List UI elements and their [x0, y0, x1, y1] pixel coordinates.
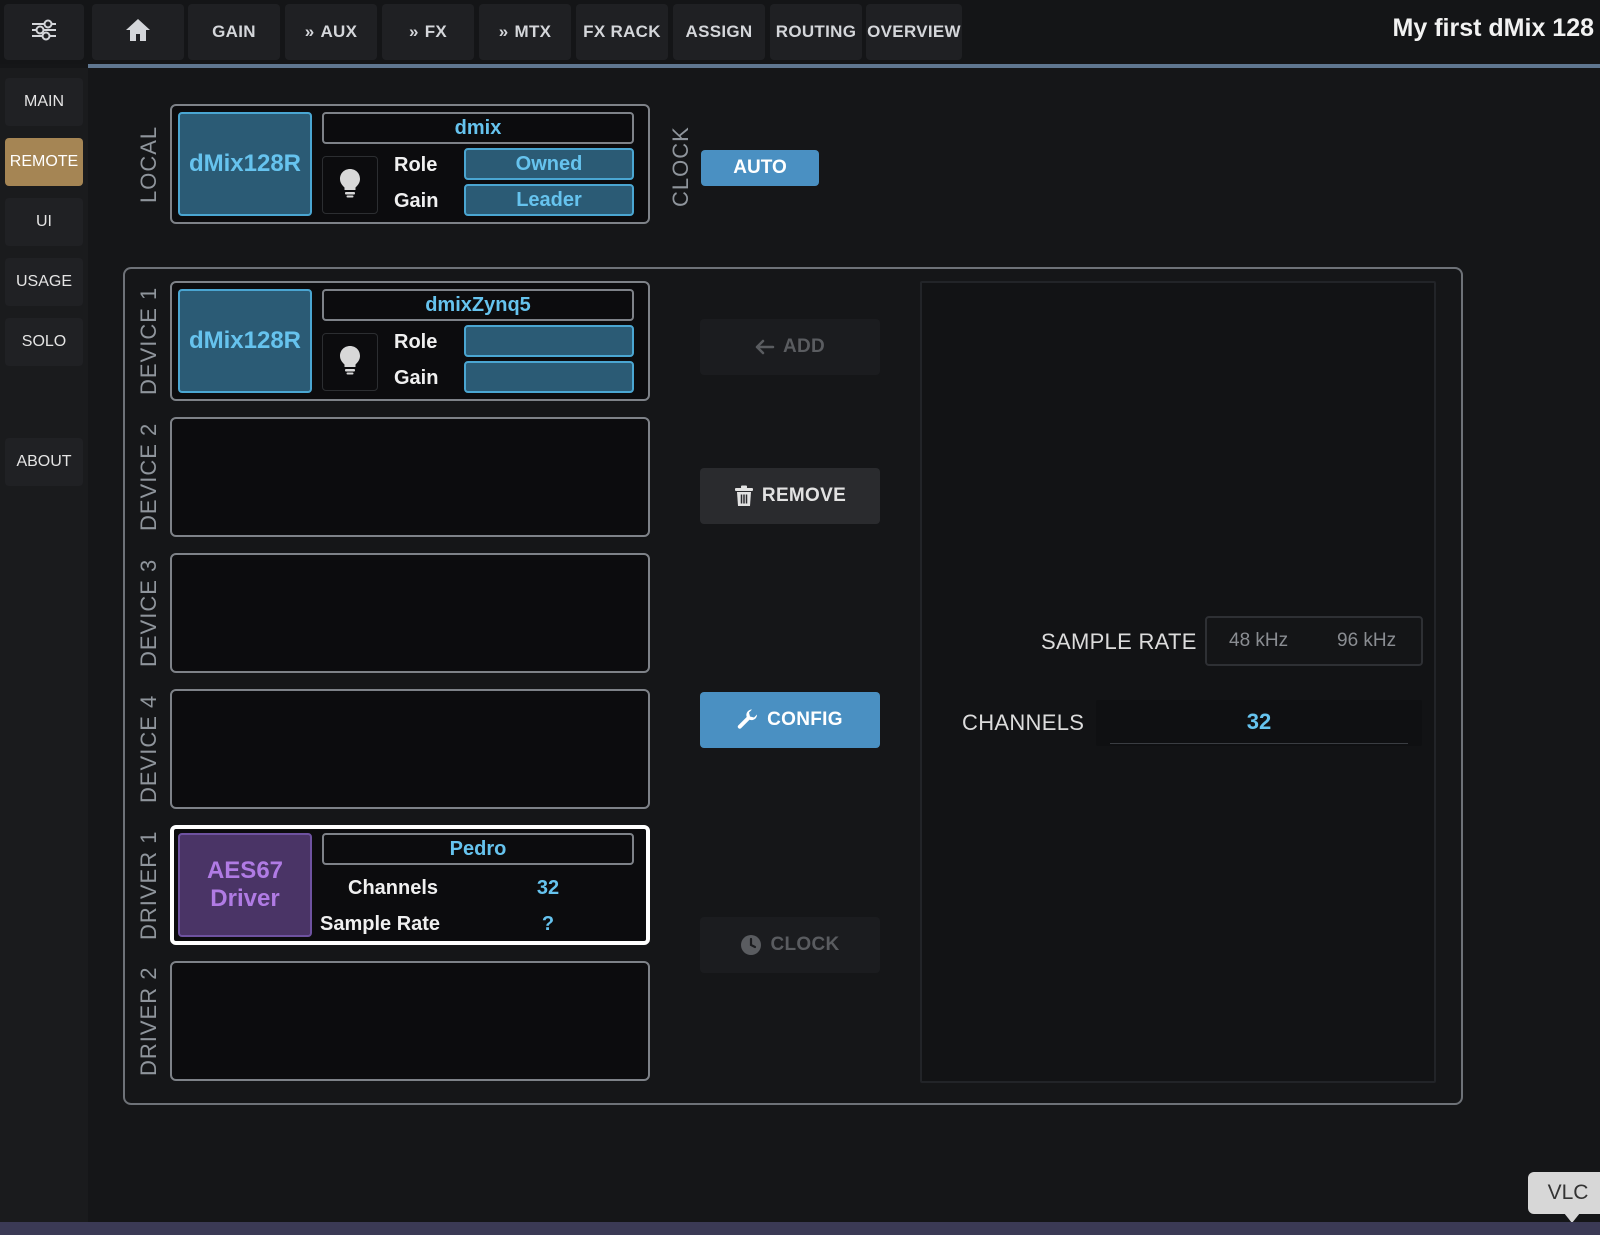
arrow-left-icon [755, 339, 775, 355]
app-window: GAIN » AUX » FX » MTX FX RACK ASSIGN ROU… [0, 0, 1600, 1235]
device-1-label: DEVICE 1 [136, 286, 161, 396]
tab-gain[interactable]: GAIN [188, 4, 280, 60]
device-1-slot[interactable]: dMix128R dmixZynq5 Role Gain [170, 281, 650, 401]
channels-config-label: CHANNELS [962, 710, 1085, 735]
tab-routing[interactable]: ROUTING [770, 4, 862, 60]
device-3-label: DEVICE 3 [136, 558, 161, 668]
clock-source-button[interactable]: CLOCK [700, 917, 880, 973]
device-2-label: DEVICE 2 [136, 422, 161, 532]
driver-2-slot[interactable] [170, 961, 650, 1081]
sidebar: MAIN REMOTE UI USAGE SOLO ABOUT [0, 68, 88, 1222]
sample-rate-value: ? [541, 913, 555, 935]
sample-rate-selector: 48 kHz 96 kHz [1205, 616, 1423, 666]
channels-value: 32 [536, 877, 560, 899]
config-button[interactable]: CONFIG [700, 692, 880, 748]
driver-1-name: Pedro [322, 833, 634, 865]
role-label: Role [394, 154, 438, 176]
identify-button[interactable] [322, 333, 378, 391]
sliders-icon [30, 18, 58, 47]
home-icon [124, 17, 152, 48]
channels-field-underline [1110, 743, 1408, 744]
local-device-card[interactable]: dMix128R dmix Role Owned Gain Leader [170, 104, 650, 224]
sidebar-item-main[interactable]: MAIN [5, 78, 83, 126]
sample-rate-config-label: SAMPLE RATE [1041, 629, 1197, 654]
add-button[interactable]: ADD [700, 319, 880, 375]
home-button[interactable] [92, 4, 184, 60]
top-bar: GAIN » AUX » FX » MTX FX RACK ASSIGN ROU… [0, 0, 1600, 64]
tab-mtx[interactable]: » MTX [479, 4, 571, 60]
channels-field-value: 32 [1246, 709, 1272, 734]
clock-icon [740, 934, 762, 956]
channels-field[interactable]: 32 [1096, 700, 1422, 746]
trash-icon [734, 485, 754, 507]
sidebar-item-usage[interactable]: USAGE [5, 258, 83, 306]
sidebar-item-about[interactable]: ABOUT [5, 438, 83, 486]
device-3-slot[interactable] [170, 553, 650, 673]
device-1-type: dMix128R [178, 289, 312, 393]
clock-auto-button[interactable]: AUTO [701, 150, 819, 186]
sidebar-item-remote[interactable]: REMOTE [5, 138, 83, 186]
local-device-name: dmix [322, 112, 634, 144]
tab-overview[interactable]: OVERVIEW [866, 4, 962, 60]
mixer-settings-button[interactable] [4, 4, 84, 60]
double-chevron-icon: » [498, 22, 509, 41]
vlc-overlay-tag: VLC [1528, 1172, 1600, 1223]
tab-assign[interactable]: ASSIGN [673, 4, 765, 60]
sample-rate-96k-option[interactable]: 96 kHz [1337, 630, 1396, 652]
sample-rate-48k-option[interactable]: 48 kHz [1229, 630, 1288, 652]
gain-value[interactable] [464, 361, 634, 393]
driver-1-slot[interactable]: AES67 Driver Pedro Channels 32 Sample Ra… [170, 825, 650, 945]
clock-label: CLOCK [668, 126, 693, 208]
wrench-icon [737, 709, 759, 731]
device-2-slot[interactable] [170, 417, 650, 537]
driver-1-type: AES67 Driver [178, 833, 312, 937]
local-section-label: LOCAL [136, 125, 161, 203]
console-title: My first dMix 128 [1392, 14, 1594, 42]
double-chevron-icon: » [408, 22, 419, 41]
tab-aux[interactable]: » AUX [285, 4, 377, 60]
device-1-name: dmixZynq5 [322, 289, 634, 321]
tab-fx-rack[interactable]: FX RACK [576, 4, 668, 60]
sidebar-item-solo[interactable]: SOLO [5, 318, 83, 366]
identify-button[interactable] [322, 156, 378, 214]
gain-value[interactable]: Leader [464, 184, 634, 216]
top-bar-divider [88, 64, 1600, 68]
driver-1-label: DRIVER 1 [136, 830, 161, 940]
lightbulb-icon [339, 345, 361, 380]
sidebar-item-ui[interactable]: UI [5, 198, 83, 246]
device-4-slot[interactable] [170, 689, 650, 809]
config-panel [920, 281, 1436, 1083]
role-label: Role [394, 331, 438, 353]
device-4-label: DEVICE 4 [136, 694, 161, 804]
bottom-border [0, 1222, 1600, 1235]
gain-label: Gain [394, 367, 439, 389]
gain-label: Gain [394, 190, 439, 212]
channels-label: Channels [348, 877, 439, 899]
remove-button[interactable]: REMOVE [700, 468, 880, 524]
lightbulb-icon [339, 168, 361, 203]
sample-rate-label: Sample Rate [320, 913, 441, 935]
driver-2-label: DRIVER 2 [136, 966, 161, 1076]
double-chevron-icon: » [304, 22, 315, 41]
local-device-type: dMix128R [178, 112, 312, 216]
tab-fx[interactable]: » FX [382, 4, 474, 60]
role-value[interactable] [464, 325, 634, 357]
role-value[interactable]: Owned [464, 148, 634, 180]
